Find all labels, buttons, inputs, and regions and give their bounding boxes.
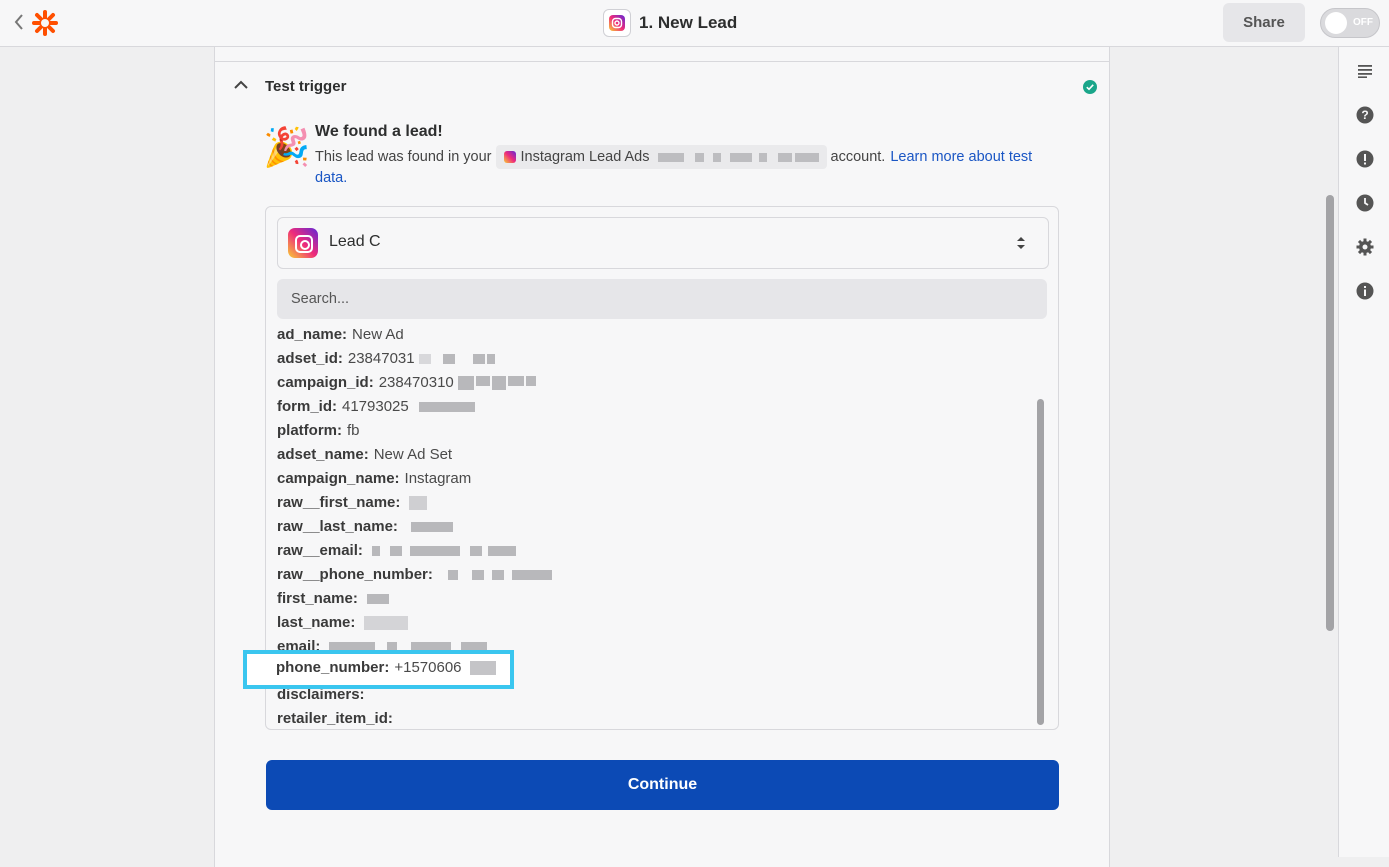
field-key: first_name: [277, 590, 358, 607]
learn-more-link-cont[interactable]: data. [315, 170, 347, 186]
fields-scrollbar[interactable] [1037, 399, 1044, 725]
field-key: raw__phone_number: [277, 566, 433, 583]
party-popper-icon: 🎉 [263, 125, 309, 171]
found-text-before: This lead was found in your [315, 149, 492, 165]
alert-icon[interactable] [1349, 143, 1381, 175]
list-item: adset_name: New Ad Set [277, 446, 452, 463]
redacted-value [442, 570, 552, 580]
field-value: fb [347, 422, 360, 439]
redacted-value [458, 376, 536, 390]
help-icon[interactable]: ? [1349, 99, 1381, 131]
found-description: This lead was found in your Instagram Le… [315, 145, 1032, 169]
toggle-knob [1325, 12, 1347, 34]
field-value: Instagram [405, 470, 472, 487]
redacted-value [413, 402, 475, 412]
list-item: form_id: 41793025 [277, 398, 475, 415]
field-key: form_id: [277, 398, 337, 415]
top-bar: 1. New Lead Share OFF [0, 0, 1389, 47]
list-item: platform: fb [277, 422, 360, 439]
field-value: New Ad [352, 329, 404, 343]
redacted-value [364, 616, 408, 630]
list-item: last_name: [277, 614, 408, 631]
instagram-icon [603, 9, 631, 37]
step-title[interactable]: 1. New Lead [603, 10, 737, 36]
share-button[interactable]: Share [1223, 3, 1305, 42]
chevron-left-icon[interactable] [14, 14, 30, 32]
page-title: 1. New Lead [639, 13, 737, 33]
section-title[interactable]: Test trigger [265, 78, 346, 95]
list-item: retailer_item_id: [277, 710, 398, 727]
list-item: raw__first_name: [277, 494, 427, 511]
list-item: campaign_id: 238470310 [277, 374, 536, 391]
field-key: raw__last_name: [277, 518, 398, 535]
found-text-after: account. [831, 149, 886, 165]
continue-button[interactable]: Continue [266, 760, 1059, 810]
redacted-value [419, 354, 495, 364]
field-key: platform: [277, 422, 342, 439]
redacted-value [409, 496, 427, 510]
list-item: raw__last_name: [277, 518, 453, 535]
redacted-account-name [658, 153, 819, 162]
highlighted-phone-row: phone_number: +1570606 [276, 659, 496, 676]
svg-text:?: ? [1361, 108, 1368, 122]
instagram-icon [504, 151, 516, 163]
outline-icon[interactable] [1349, 55, 1381, 87]
list-item: adset_id: 23847031 [277, 350, 495, 367]
redacted-value [407, 522, 453, 532]
zapier-logo-icon[interactable] [32, 10, 58, 36]
field-value: 238470310 [379, 374, 454, 391]
field-key: campaign_id: [277, 374, 374, 391]
account-app-name: Instagram Lead Ads [521, 149, 650, 165]
redacted-value [466, 661, 496, 675]
right-sidebar: ? [1338, 47, 1389, 857]
list-item: raw__email: [277, 542, 516, 559]
field-value: 41793025 [342, 398, 409, 415]
gear-icon[interactable] [1349, 231, 1381, 263]
account-chip: Instagram Lead Ads [496, 145, 827, 169]
field-key: adset_name: [277, 446, 369, 463]
field-key: adset_id: [277, 350, 343, 367]
info-icon[interactable] [1349, 275, 1381, 307]
lead-dropdown[interactable]: Lead C [277, 217, 1049, 269]
field-key: phone_number: [276, 659, 389, 676]
toggle-label: OFF [1353, 17, 1373, 28]
instagram-icon [288, 228, 318, 258]
field-value: New Ad Set [374, 446, 452, 463]
field-value: 23847031 [348, 350, 415, 367]
selected-lead: Lead C [329, 233, 381, 251]
field-key: campaign_name: [277, 470, 400, 487]
list-item: campaign_name: Instagram [277, 470, 471, 487]
list-item: ad_name: New Ad [277, 329, 404, 343]
redacted-value [367, 594, 389, 604]
step-panel: Test trigger 🎉 We found a lead! This lea… [214, 47, 1110, 867]
field-key: raw__email: [277, 542, 363, 559]
field-key: last_name: [277, 614, 355, 631]
field-key: ad_name: [277, 329, 347, 343]
redacted-value [372, 546, 516, 556]
list-item: raw__phone_number: [277, 566, 552, 583]
field-key: retailer_item_id: [277, 710, 393, 727]
field-key: raw__first_name: [277, 494, 400, 511]
found-title: We found a lead! [315, 123, 443, 141]
learn-more-link[interactable]: Learn more about test [890, 149, 1032, 165]
field-value: +1570606 [394, 659, 461, 676]
chevron-up-icon[interactable] [233, 77, 249, 93]
search-input[interactable] [277, 279, 1047, 319]
page-scrollbar[interactable] [1326, 195, 1334, 631]
clock-icon[interactable] [1349, 187, 1381, 219]
sort-arrows-icon [1016, 235, 1026, 251]
list-item: first_name: [277, 590, 389, 607]
on-off-toggle[interactable]: OFF [1320, 8, 1380, 38]
check-circle-icon [1083, 80, 1097, 94]
divider [215, 61, 1109, 62]
